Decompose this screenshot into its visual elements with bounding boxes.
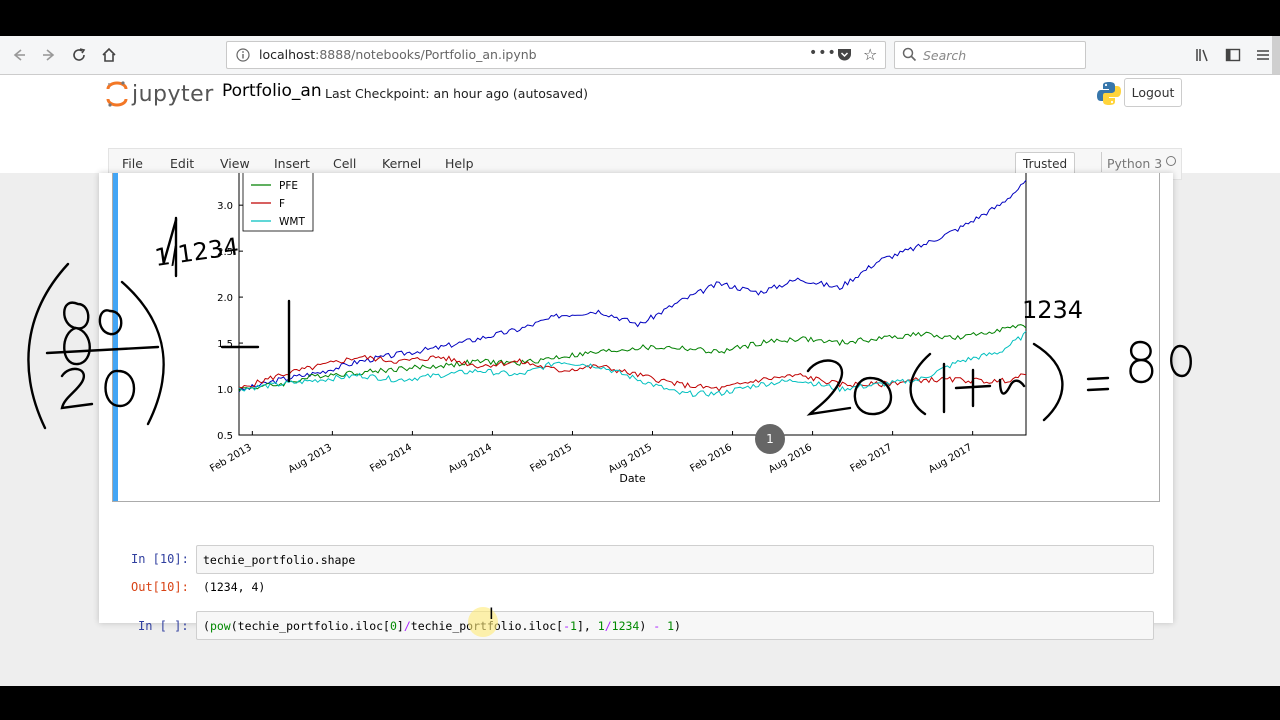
x-tick-label: Feb 2013	[208, 442, 254, 475]
ink-8	[63, 301, 91, 366]
forward-icon[interactable]	[36, 42, 62, 68]
x-tick-label: Aug 2017	[927, 442, 974, 476]
out10-value: (1234, 4)	[203, 580, 266, 594]
y-tick-label: 1.5	[217, 339, 233, 350]
top-black-strip	[0, 0, 1280, 36]
text-cursor-icon: I	[489, 604, 494, 623]
x-tick-label: Aug 2015	[607, 442, 654, 476]
series-line-f	[238, 354, 1027, 392]
click-count-badge: 1	[755, 424, 785, 454]
ink-2	[60, 367, 94, 410]
legend-label: PFE	[279, 180, 298, 192]
ink-0-right	[1170, 344, 1192, 378]
menu-edit[interactable]: Edit	[170, 156, 194, 171]
back-icon[interactable]	[6, 42, 32, 68]
ink-left-paren	[27, 262, 70, 430]
menu-insert[interactable]: Insert	[274, 156, 310, 171]
menu-kernel[interactable]: Kernel	[382, 156, 421, 171]
browser-navbar: localhost:8888/notebooks/Portfolio_an.ip…	[0, 36, 1280, 75]
y-tick-label: 2.5	[217, 247, 233, 258]
python-logo-icon	[1096, 80, 1122, 106]
library-icon[interactable]	[1190, 42, 1216, 68]
browser-window: localhost:8888/notebooks/Portfolio_an.ip…	[0, 36, 1280, 686]
sidebar-icon[interactable]	[1220, 42, 1246, 68]
x-axis-label: Date	[619, 472, 646, 485]
out10-prompt: Out[10]:	[131, 580, 189, 594]
portfolio-line-chart: 0.5 1.0 1.5 2.0 2.5 3.0 Feb 2013 Aug 2013 Feb 20…	[208, 173, 1027, 485]
x-tick-label: Feb 2016	[688, 442, 734, 475]
x-tick-label: Feb 2014	[368, 442, 414, 475]
in10-prompt: In [10]:	[131, 552, 189, 566]
empty-code-input[interactable]: (pow(techie_portfolio.iloc[0]/techie_por…	[196, 611, 1154, 640]
notebook-name[interactable]: Portfolio_an	[222, 81, 322, 101]
output-cell-chart[interactable]: 0.5 1.0 1.5 2.0 2.5 3.0 Feb 2013 Aug 2013 Feb 20…	[112, 173, 1160, 502]
series-line-unnamed	[238, 179, 1027, 393]
y-tick-label: 3.0	[217, 201, 233, 212]
x-tick-label: Aug 2013	[287, 442, 334, 476]
menu-help[interactable]: Help	[445, 156, 474, 171]
in10-code: techie_portfolio.shape	[203, 553, 356, 567]
legend-label: F	[279, 198, 285, 210]
home-icon[interactable]	[96, 42, 122, 68]
info-icon[interactable]	[236, 47, 250, 66]
y-tick-label: 0.5	[217, 431, 233, 442]
checkpoint-status: Last Checkpoint: an hour ago (autosaved)	[325, 86, 588, 101]
legend-label: WMT	[279, 216, 305, 228]
search-icon	[902, 47, 917, 66]
search-bar[interactable]: Search	[894, 41, 1086, 69]
kernel-idle-icon	[1166, 156, 1176, 166]
x-tick-label: Feb 2015	[528, 442, 574, 475]
more-actions-icon[interactable]: •••	[809, 45, 837, 61]
search-placeholder: Search	[923, 48, 967, 63]
jupyter-header: jupyter Portfolio_an Last Checkpoint: an…	[0, 75, 1280, 207]
bookmark-star-icon[interactable]: ☆	[863, 45, 877, 64]
x-tick-label: Feb 2017	[848, 442, 894, 475]
scrollbar-edge[interactable]	[1272, 36, 1280, 74]
plot-frame	[238, 173, 1027, 436]
url-bar[interactable]: localhost:8888/notebooks/Portfolio_an.ip…	[226, 41, 886, 69]
jupyter-logo-text: jupyter	[132, 81, 214, 107]
notebook-container: 0.5 1.0 1.5 2.0 2.5 3.0 Feb 2013 Aug 2013 Feb 20…	[99, 173, 1173, 640]
empty-code: (pow(techie_portfolio.iloc[0]/techie_por…	[203, 619, 681, 633]
url-text: localhost:8888/notebooks/Portfolio_an.ip…	[259, 47, 537, 62]
empty-in-prompt: In [ ]:	[138, 619, 189, 633]
menu-file[interactable]: File	[122, 156, 143, 171]
in10-code-input[interactable]: techie_portfolio.shape	[196, 545, 1154, 574]
y-tick-label: 2.0	[217, 293, 233, 304]
x-tick-label: Aug 2014	[447, 442, 494, 476]
reload-icon[interactable]	[66, 42, 92, 68]
pocket-icon[interactable]	[837, 47, 852, 66]
menu-cell[interactable]: Cell	[333, 156, 356, 171]
menu-view[interactable]: View	[220, 156, 250, 171]
jupyter-logo[interactable]: jupyter	[106, 79, 214, 109]
logout-button[interactable]: Logout	[1124, 78, 1182, 107]
bottom-black-strip	[0, 686, 1280, 720]
y-tick-label: 1.0	[217, 385, 233, 396]
jupyter-logo-icon	[106, 81, 128, 107]
kernel-name[interactable]: Python 3	[1100, 152, 1162, 172]
